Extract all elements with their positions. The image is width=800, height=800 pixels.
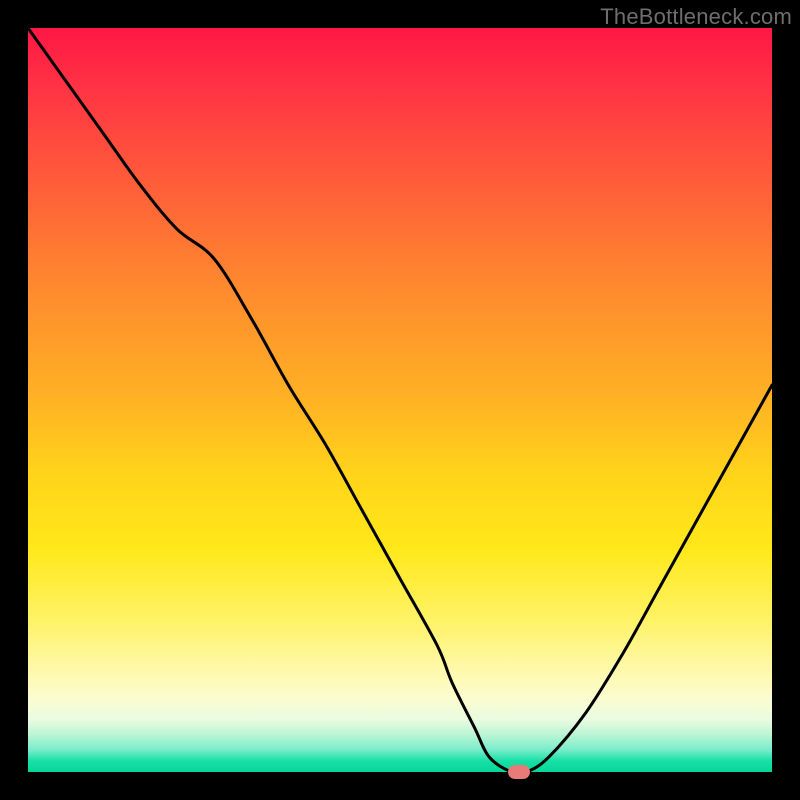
watermark-text: TheBottleneck.com (600, 4, 792, 30)
bottleneck-curve (28, 28, 772, 772)
plot-area (28, 28, 772, 772)
chart-frame: TheBottleneck.com (0, 0, 800, 800)
optimal-point-marker (508, 765, 530, 779)
